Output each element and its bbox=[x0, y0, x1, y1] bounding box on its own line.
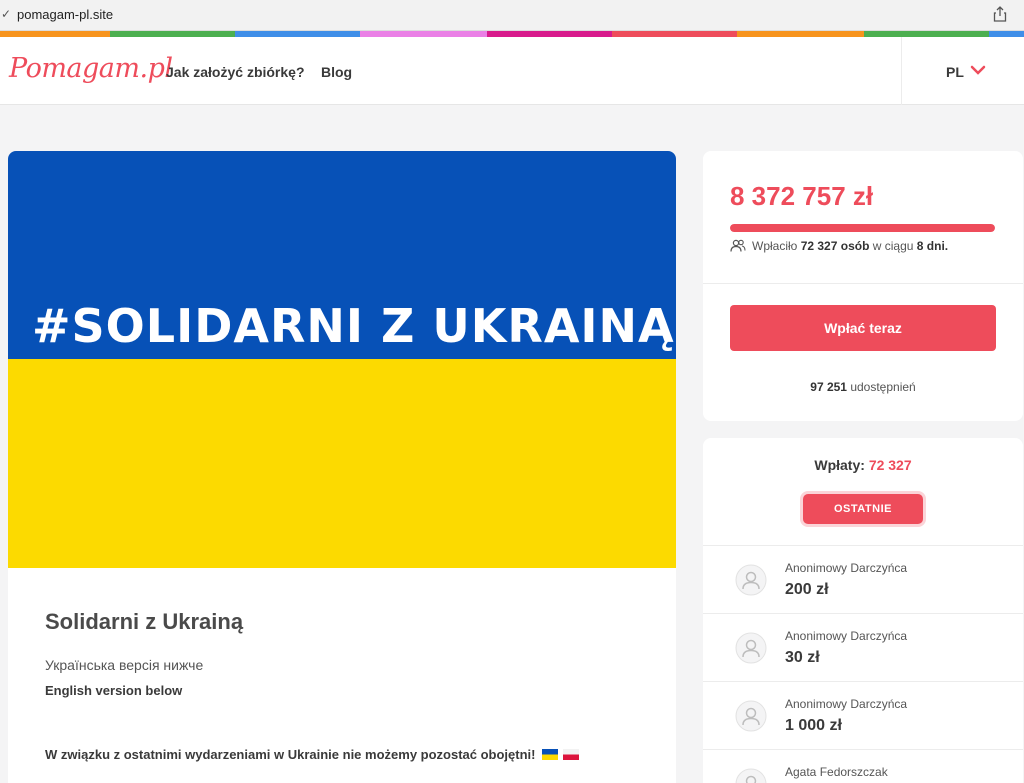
language-code: PL bbox=[946, 64, 964, 80]
donors-summary: Wpłaciło 72 327 osób w ciągu 8 dni. bbox=[730, 239, 948, 253]
progress-bar bbox=[730, 224, 995, 232]
donation-amount: 1 000 zł bbox=[785, 717, 842, 734]
poland-flag-icon bbox=[562, 749, 579, 760]
people-icon bbox=[730, 239, 746, 252]
donations-card: Wpłaty: 72 327 OSTATNIE Anonimowy Darczy… bbox=[703, 438, 1023, 783]
shares-count: 97 251 bbox=[810, 380, 847, 394]
donations-heading-label: Wpłaty: bbox=[814, 457, 865, 473]
browser-url-bar: ✓ pomagam-pl.site bbox=[0, 0, 1024, 31]
campaign-title: Solidarni z Ukrainą bbox=[45, 609, 244, 634]
donations-heading: Wpłaty: 72 327 bbox=[703, 457, 1023, 473]
donation-row: Anonimowy Darczyńca 1 000 zł bbox=[703, 681, 1023, 749]
ukraine-flag-icon bbox=[542, 749, 559, 760]
donors-mid: w ciągu bbox=[872, 239, 914, 253]
user-avatar-icon bbox=[735, 768, 767, 783]
donor-name: Anonimowy Darczyńca bbox=[785, 697, 908, 711]
campaign-card: #SOLIDARNI Z UKRAINĄ Solidarni z Ukrainą… bbox=[8, 151, 676, 783]
donation-days: 8 dni. bbox=[916, 239, 949, 253]
donations-count: 72 327 bbox=[868, 457, 912, 473]
donation-summary-card: 8 372 757 zł Wpłaciło 72 327 osób w ciąg… bbox=[703, 151, 1023, 421]
campaign-intro: W związku z ostatnimi wydarzeniami w Ukr… bbox=[45, 747, 579, 762]
progress-bar-fill bbox=[730, 224, 995, 232]
shares-count-line: 97 251 udostępnień bbox=[703, 380, 1023, 394]
donor-name: Anonimowy Darczyńca bbox=[785, 629, 908, 643]
donation-amount: 200 zł bbox=[785, 581, 829, 598]
nav-how-to-start[interactable]: Jak założyć zbiórkę? bbox=[166, 64, 305, 80]
url-text[interactable]: pomagam-pl.site bbox=[17, 7, 113, 22]
pay-now-button[interactable]: Wpłać teraz bbox=[730, 305, 996, 351]
checkmark-icon: ✓ bbox=[1, 7, 12, 21]
divider bbox=[703, 283, 1023, 284]
campaign-banner-text: #SOLIDARNI Z UKRAINĄ bbox=[32, 299, 675, 353]
user-avatar-icon bbox=[735, 632, 767, 664]
user-avatar-icon bbox=[735, 700, 767, 732]
donor-name: Agata Fedorszczak bbox=[785, 765, 888, 779]
share-icon[interactable] bbox=[993, 6, 1007, 22]
tab-recent[interactable]: OSTATNIE bbox=[803, 494, 923, 524]
user-avatar-icon bbox=[735, 564, 767, 596]
donation-row: Anonimowy Darczyńca 30 zł bbox=[703, 613, 1023, 681]
pomagam-logo[interactable]: Pomagam.pl bbox=[9, 53, 173, 84]
donation-row: Anonimowy Darczyńca 200 zł bbox=[703, 545, 1023, 613]
nav-blog[interactable]: Blog bbox=[321, 64, 352, 80]
campaign-intro-text: W związku z ostatnimi wydarzeniami w Ukr… bbox=[45, 747, 536, 762]
flag-yellow-half bbox=[8, 359, 676, 568]
ukrainian-version-note: Українська версія нижче bbox=[45, 657, 204, 673]
raised-amount: 8 372 757 zł bbox=[730, 181, 874, 211]
donor-name: Anonimowy Darczyńca bbox=[785, 561, 908, 575]
donors-prefix: Wpłaciło bbox=[752, 239, 798, 253]
site-header: Pomagam.pl Jak założyć zbiórkę? Blog PL bbox=[0, 37, 1024, 105]
language-selector[interactable]: PL bbox=[901, 37, 1024, 105]
shares-label: udostępnień bbox=[850, 380, 916, 394]
donation-amount: 30 zł bbox=[785, 649, 820, 666]
english-version-note: English version below bbox=[45, 683, 183, 698]
donation-row: Agata Fedorszczak bbox=[703, 749, 1023, 783]
donors-count: 72 327 osób bbox=[800, 239, 870, 253]
chevron-down-icon bbox=[970, 65, 986, 75]
